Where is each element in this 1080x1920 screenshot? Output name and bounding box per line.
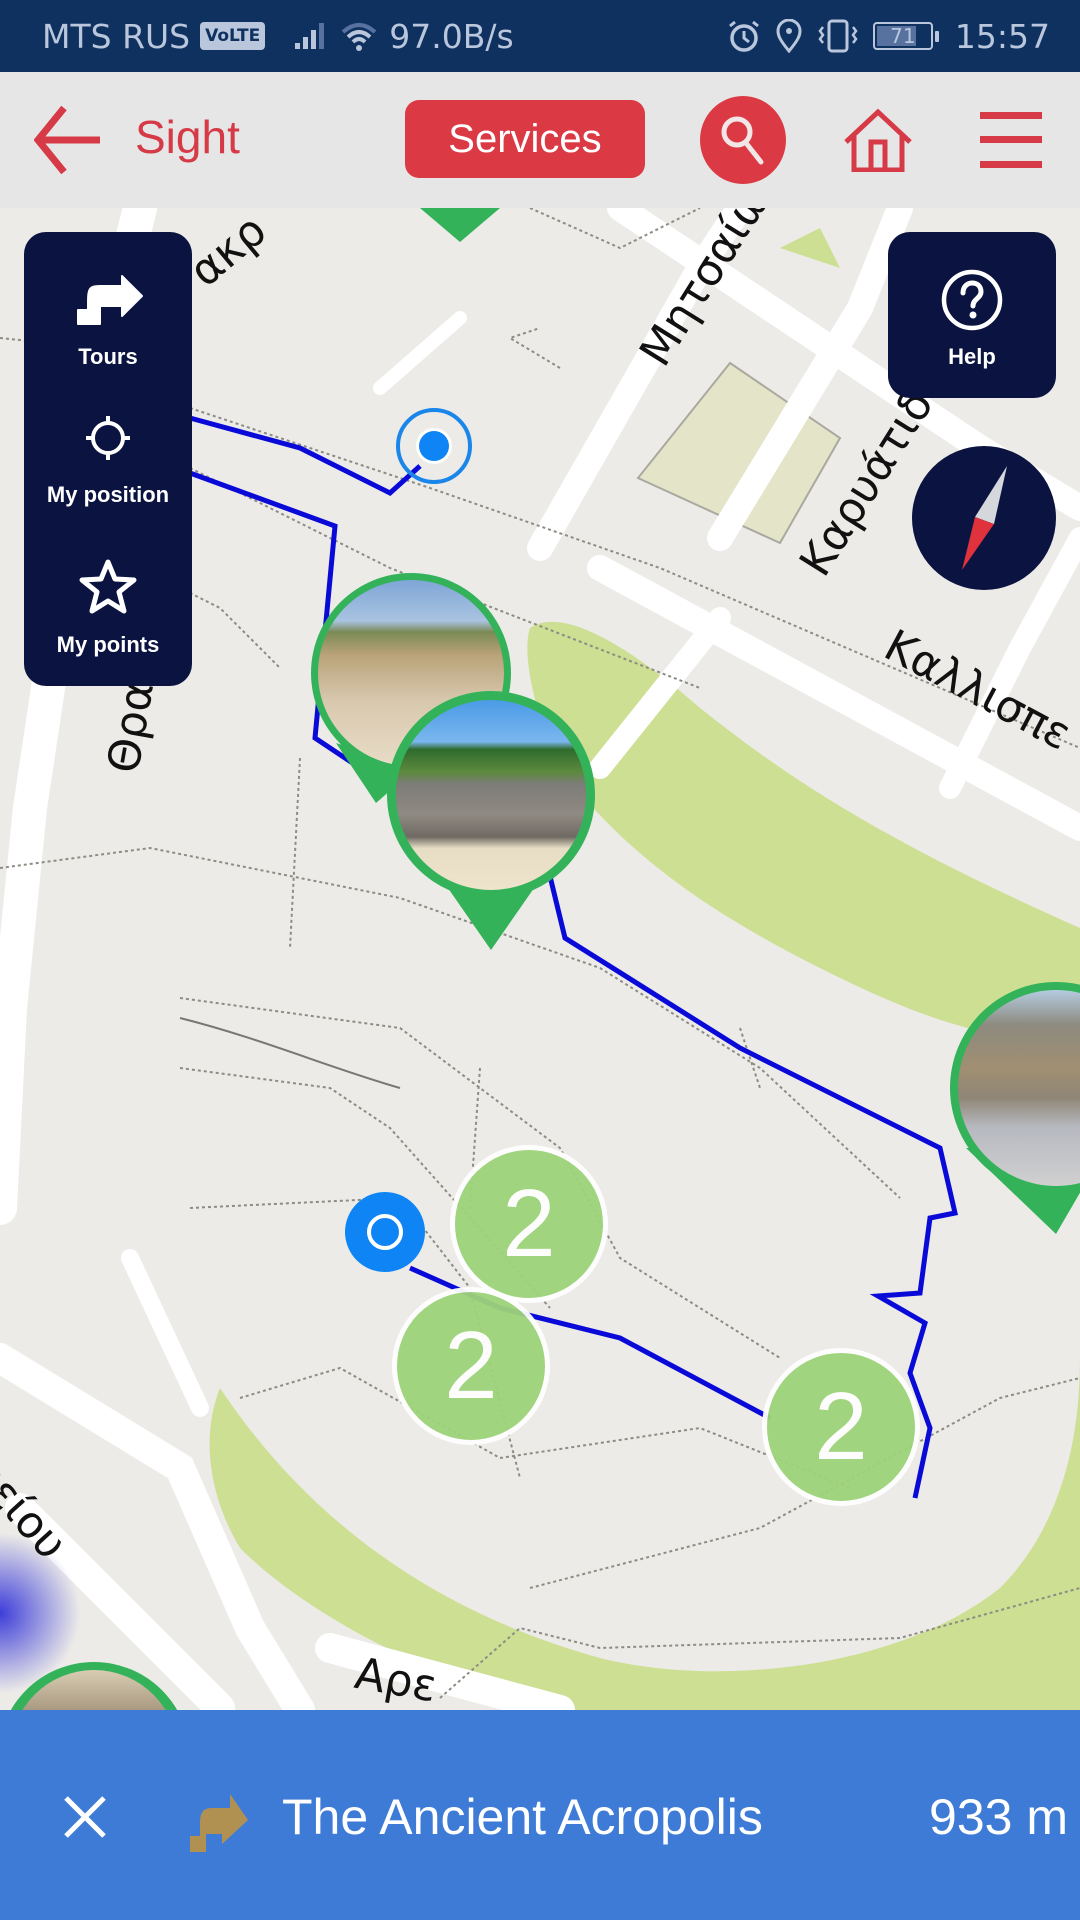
- close-icon[interactable]: [60, 1792, 110, 1842]
- my-points-label: My points: [56, 632, 160, 657]
- compass-button[interactable]: [912, 446, 1056, 590]
- home-icon[interactable]: [842, 108, 914, 172]
- my-position-label: My position: [46, 482, 170, 507]
- map-side-panel: Tours My position My points: [24, 232, 192, 686]
- search-icon: [721, 116, 764, 165]
- clock: 15:57: [954, 16, 1050, 56]
- tours-icon: [77, 275, 143, 325]
- search-button[interactable]: [700, 96, 786, 184]
- star-icon: [79, 559, 137, 614]
- poi-photo: [396, 700, 586, 890]
- poi-cluster[interactable]: 2: [762, 1348, 920, 1506]
- back-arrow-icon[interactable]: [34, 102, 104, 178]
- tour-route-icon: [190, 1794, 248, 1852]
- volte-badge: VoLTE: [200, 22, 266, 50]
- tours-button[interactable]: Tours: [24, 272, 192, 370]
- tour-distance: 933 m: [929, 1789, 1068, 1845]
- poi-marker-photo[interactable]: [0, 1660, 200, 1710]
- poi-cluster[interactable]: 2: [450, 1145, 608, 1303]
- location-icon: [776, 19, 802, 53]
- tour-start-marker[interactable]: [343, 1190, 427, 1274]
- poi-marker-photo[interactable]: [384, 688, 598, 952]
- vibrate-icon: [818, 19, 858, 53]
- signal-icon: [295, 23, 325, 49]
- contour-line: [179, 1017, 401, 1089]
- poi-cluster[interactable]: 2: [392, 1287, 550, 1445]
- my-points-button[interactable]: My points: [24, 558, 192, 658]
- crosshair-icon: [86, 416, 130, 460]
- network-speed: 97.0B/s: [389, 16, 514, 56]
- wifi-icon: [341, 23, 377, 51]
- compass-icon: [962, 466, 1007, 570]
- tours-label: Tours: [78, 344, 138, 369]
- help-label: Help: [948, 344, 996, 369]
- help-button[interactable]: Help: [888, 232, 1056, 398]
- help-icon: [941, 269, 1003, 331]
- hamburger-menu-icon[interactable]: [980, 110, 1042, 170]
- active-tour-bar: The Ancient Acropolis 933 m: [0, 1710, 1080, 1920]
- status-bar: MTS RUS VoLTE 97.0B/s 71 15:57: [0, 0, 1080, 72]
- current-location-marker[interactable]: [394, 406, 474, 486]
- app-bar: Sight Services: [0, 72, 1080, 208]
- battery-level: 71: [890, 24, 916, 48]
- park-area: [780, 228, 840, 268]
- poi-marker-photo[interactable]: [946, 978, 1080, 1248]
- carrier-name: MTS RUS: [42, 16, 191, 56]
- my-position-button[interactable]: My position: [24, 414, 192, 508]
- battery-indicator: 71: [872, 22, 939, 50]
- services-button[interactable]: Services: [405, 100, 645, 178]
- alarm-icon: [728, 20, 759, 52]
- page-title: Sight: [135, 111, 240, 163]
- tour-name[interactable]: The Ancient Acropolis: [282, 1788, 763, 1846]
- poi-marker[interactable]: [420, 208, 500, 244]
